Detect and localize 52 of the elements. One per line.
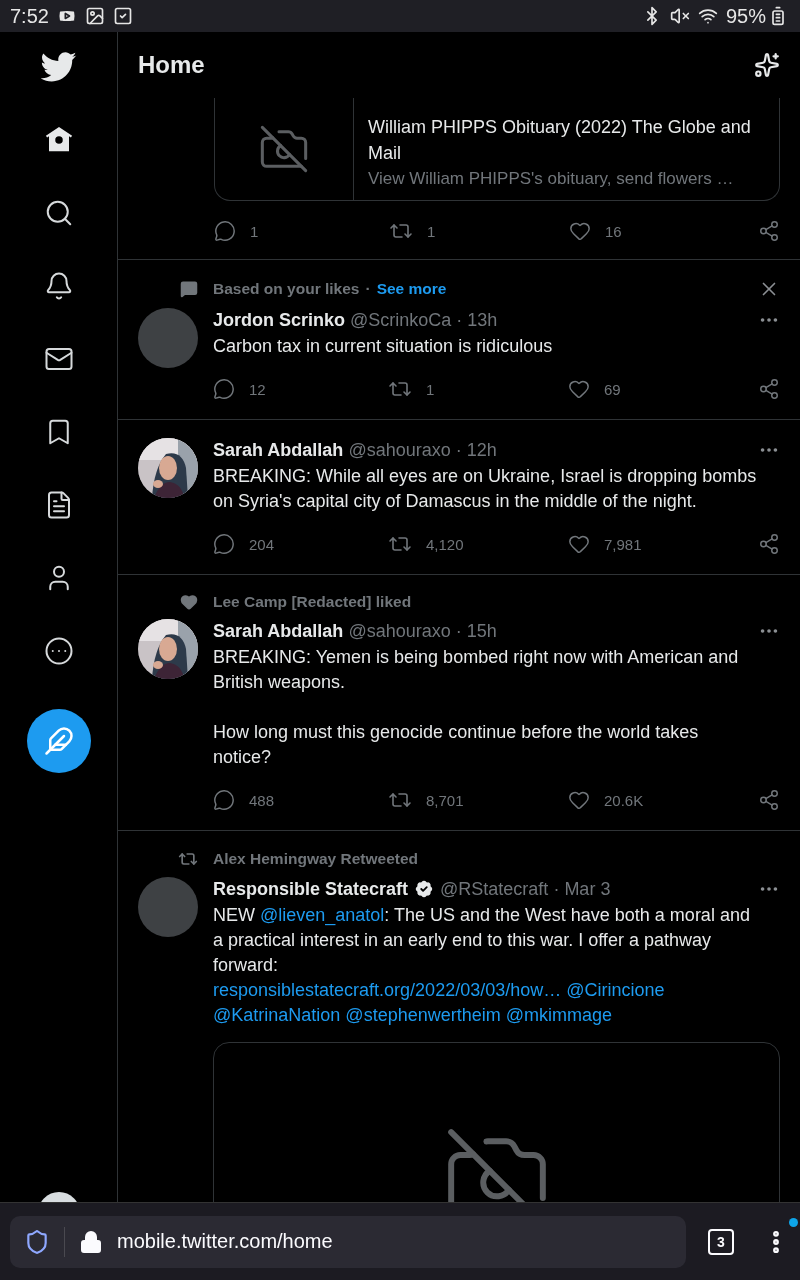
author-handle: @ScrinkoCa [350, 309, 452, 332]
retweet-count: 1 [427, 222, 436, 240]
reply-count: 1 [250, 222, 259, 240]
tweet-link[interactable]: @mkimmage [505, 1005, 613, 1025]
retweet-count: 8,701 [426, 791, 464, 809]
reply-count: 204 [249, 535, 275, 553]
separator-dot: · [553, 878, 560, 901]
context-label: Alex Hemingway Retweeted [213, 850, 418, 868]
tweet-time: 12h [466, 439, 497, 462]
tweet-time: 15h [466, 620, 497, 643]
separator-dot: · [456, 309, 463, 332]
see-more-link[interactable]: See more [376, 280, 447, 298]
tweet-link[interactable]: @stephenwertheim [345, 1005, 501, 1025]
link-card[interactable]: William PHIPPS Obituary (2022) The Globe and Mail View William PHIPPS's obituary, send flowers … [214, 98, 780, 201]
author-name[interactable]: Sarah Abdallah [213, 438, 344, 462]
card-title: William PHIPPS Obituary (2022) The Globe and Mail [368, 116, 752, 165]
retweet-count: 4,120 [426, 535, 464, 553]
like-count: 69 [604, 380, 621, 398]
tweet-link[interactable]: @KatrinaNation [213, 1005, 341, 1025]
clock: 7:52 [10, 4, 49, 28]
separator-dot: · [455, 439, 462, 462]
tweet-text: Carbon tax in current situation is ridiculous [213, 335, 554, 358]
tweet-link[interactable]: responsiblestatecraft.org/2022/03/03/how… [213, 980, 562, 1000]
url-text: mobile.twitter.com/home [117, 1230, 333, 1253]
tweet-text: BREAKING: Yemen is being bombed right now with American and British weapons. How long must this genocide continue before the world takes notice? [213, 646, 740, 769]
author-handle: @RStatecraft [440, 878, 549, 901]
like-count: 20.6K [604, 791, 644, 809]
reply-count: 488 [249, 791, 275, 809]
retweet-count: 1 [426, 380, 435, 398]
tab-counter[interactable]: 3 [708, 1228, 734, 1255]
separator-dot: · [365, 280, 371, 298]
battery-level: 95% [725, 4, 766, 28]
context-label: Based on your likes [213, 280, 360, 298]
author-handle: @sahouraxo [348, 439, 451, 462]
like-count: 7,981 [604, 535, 642, 553]
tweet-time: 13h [467, 309, 498, 332]
card-description: View William PHIPPS's obituary, send flowers … [368, 168, 735, 190]
reply-count: 12 [249, 380, 266, 398]
page-title: Home [138, 51, 205, 79]
context-label: Lee Camp [Redacted] liked [213, 593, 412, 611]
author-name[interactable]: Sarah Abdallah [213, 619, 344, 643]
author-name[interactable]: Jordon Scrinko [213, 308, 346, 332]
author-name[interactable]: Responsible Statecraft [213, 877, 409, 901]
tweet-text: BREAKING: While all eyes are on Ukraine, Israel is dropping bombs on Syria's capital city of Damascus in the middle of the night. [213, 465, 758, 513]
like-count: 16 [605, 222, 622, 240]
author-handle: @sahouraxo [348, 620, 451, 643]
tweet-text: NEW @lieven_anatol: The US and the West have both a moral and a practical interest in an early end to this war. I offer a pathway forward: responsiblestatecraft.org/2022/03/03/how… @Cirincione @KatrinaNation @stephenwertheim @mkimmage [213, 904, 751, 1027]
tweet-time: Mar 3 [564, 878, 611, 901]
tweet-link[interactable]: @lieven_anatol [260, 905, 385, 925]
address-bar[interactable]: mobile.twitter.com/home [10, 1215, 686, 1268]
separator-dot: · [455, 620, 462, 643]
tweet-link[interactable]: @Cirincione [566, 980, 665, 1000]
